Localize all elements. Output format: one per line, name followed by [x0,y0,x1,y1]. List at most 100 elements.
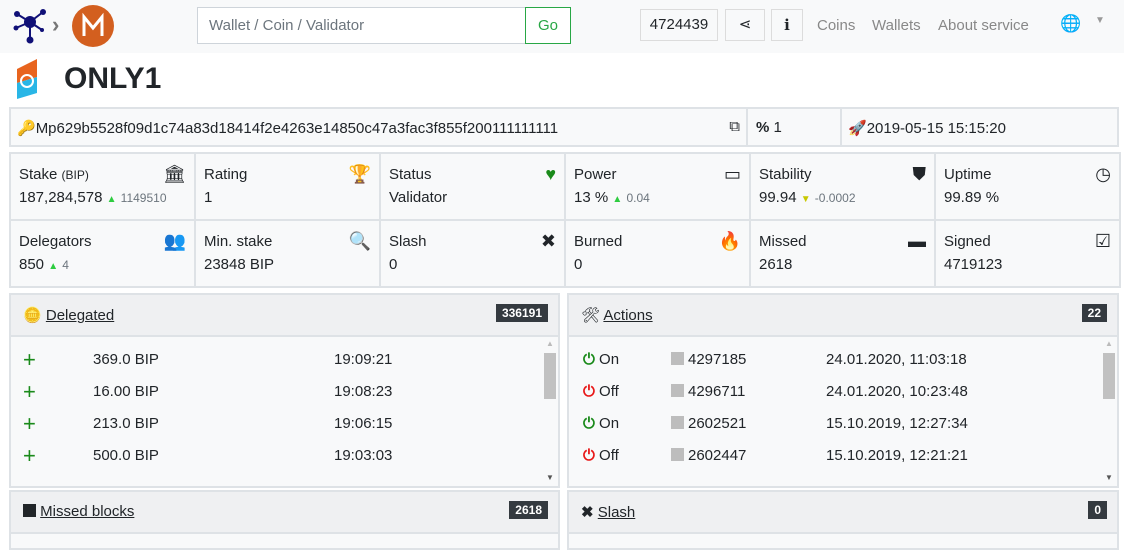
delegation-amount: 369.0 BIP [93,351,159,368]
stat-delegators: Delegators 850 ▲ 4 👥 [9,219,196,288]
stat-value: 4719123 [944,256,1003,273]
action-state: Off [599,447,619,464]
action-time: 15.10.2019, 12:21:21 [826,447,968,464]
delegated-count-badge: 336191 [495,304,548,322]
stat-delta: 1149510 [120,191,167,205]
info-button[interactable]: i [771,9,803,41]
delegation-time[interactable]: 19:03:03 [334,447,392,464]
stat-label: Status [389,166,432,183]
commission-value: 1 [773,119,782,136]
caret-down-icon[interactable]: ▼ [1095,15,1105,26]
arrow-up-icon: ▲ [612,194,623,205]
stat-min-stake: Min. stake 23848 BIP 🔍 [194,219,381,288]
slash-link[interactable]: Slash [598,504,636,521]
scrollbar[interactable]: ▲ ▼ [1101,337,1117,486]
stat-power: Power 13 % ▲ 0.04 ▭ [564,152,751,221]
power-icon: ⏻ [583,447,595,464]
block-height[interactable]: 4724439 [640,9,718,41]
actions-link[interactable]: Actions [603,307,652,324]
delegation-amount: 213.0 BIP [93,415,159,432]
tools-icon: 🛠 [581,307,601,324]
fire-icon: 🔥 [718,231,741,251]
stat-signed: Signed 4719123 ☑ [934,219,1121,288]
missed-blocks-link[interactable]: Missed blocks [40,503,134,520]
action-time: 15.10.2019, 12:27:34 [826,415,968,432]
action-block[interactable]: 2602521 [688,415,746,432]
stat-uptime: Uptime 99.89 % ◷ [934,152,1121,221]
coins-icon: 🪙 [23,307,42,324]
power-icon: ⏻ [583,383,595,400]
delegation-time[interactable]: 19:06:15 [334,415,392,432]
slash-count-badge: 0 [1088,501,1107,519]
delegation-time[interactable]: 19:09:21 [334,351,392,368]
nav-link-about[interactable]: About service [938,17,1029,34]
stat-label: Slash [389,233,427,250]
minter-logo-icon[interactable] [71,4,115,48]
minus-square-icon: ▬ [908,231,926,251]
plus-icon: + [23,411,36,436]
heartbeat-icon: ♥ [545,164,556,184]
share-icon: ⋖ [738,16,752,33]
users-icon: 👥 [163,231,186,251]
info-icon: i [784,16,790,34]
stat-label: Min. stake [204,233,273,250]
stat-burned: Burned 0 🔥 [564,219,751,288]
navbar: › Wallet / Coin / Validator Go 4724439 ⋖… [0,0,1124,53]
nav-link-coins[interactable]: Coins [817,17,855,34]
stat-stake: Stake (BIP) 187,284,578 ▲ 1149510 🏛 [9,152,196,221]
stat-label: Stake [19,166,58,183]
block-icon [671,352,684,365]
arrow-up-icon: ▲ [106,194,117,205]
stat-slash: Slash 0 ✖ [379,219,566,288]
search-input[interactable]: Wallet / Coin / Validator [197,7,526,44]
clock-icon: ◷ [1095,164,1111,184]
scrollbar[interactable]: ▲ ▼ [542,337,558,486]
stat-missed: Missed 2618 ▬ [749,219,936,288]
stat-delta: 4 [62,258,69,272]
stat-rating: Rating 1 🏆 [194,152,381,221]
stat-value: 13 % [574,189,609,206]
block-icon [671,416,684,429]
share-button[interactable]: ⋖ [725,9,765,41]
nav-link-wallets[interactable]: Wallets [872,17,921,34]
network-logo-icon[interactable] [12,6,48,46]
copy-icon[interactable]: ⧉ [729,118,740,135]
delegated-panel: 🪙 Delegated 336191 + 369.0 BIP 19:09:21 + … [9,293,560,488]
delegation-time[interactable]: 19:08:23 [334,383,392,400]
stat-label: Delegators [19,233,92,250]
stat-value: 0 [574,256,583,273]
check-square-icon: ☑ [1094,231,1111,251]
stat-stability: Stability 99.94 ▼ -0.0002 ⛊ [749,152,936,221]
stat-label: Power [574,166,617,183]
globe-icon[interactable]: 🌐 [1060,14,1081,34]
validator-logo-icon [17,59,37,99]
delegation-amount: 16.00 BIP [93,383,159,400]
stat-value: 187,284,578 [19,189,103,206]
power-icon: ⏻ [583,415,595,432]
action-state: Off [599,383,619,400]
stat-label: Stability [759,166,812,183]
stat-label: Signed [944,233,991,250]
action-state: On [599,351,620,368]
stat-delta: 0.04 [626,191,650,205]
go-button[interactable]: Go [525,7,571,44]
action-block[interactable]: 2602447 [688,447,746,464]
plus-icon: + [23,443,36,468]
stat-value: 1 [204,189,213,206]
commission-cell: % 1 [746,107,842,147]
action-state: On [599,415,620,432]
chevron-right-icon: › [52,12,60,37]
stat-label: Burned [574,233,623,250]
slash-panel: ✖ Slash 0 [567,490,1119,550]
stat-value: Validator [389,189,448,206]
action-block[interactable]: 4296711 [688,383,745,400]
validator-address[interactable]: Mp629b5528f09d1c74a83d18414f2e4263e14850… [36,120,558,137]
delegation-amount: 500.0 BIP [93,447,159,464]
times-icon: ✖ [581,504,594,521]
delegated-link[interactable]: Delegated [46,307,114,324]
missed-blocks-panel: Missed blocks 2618 [9,490,560,550]
action-block[interactable]: 4297185 [688,351,746,368]
plus-icon: + [23,347,36,372]
validator-name: ONLY1 [64,62,162,95]
stat-value: 99.89 % [944,189,1000,206]
